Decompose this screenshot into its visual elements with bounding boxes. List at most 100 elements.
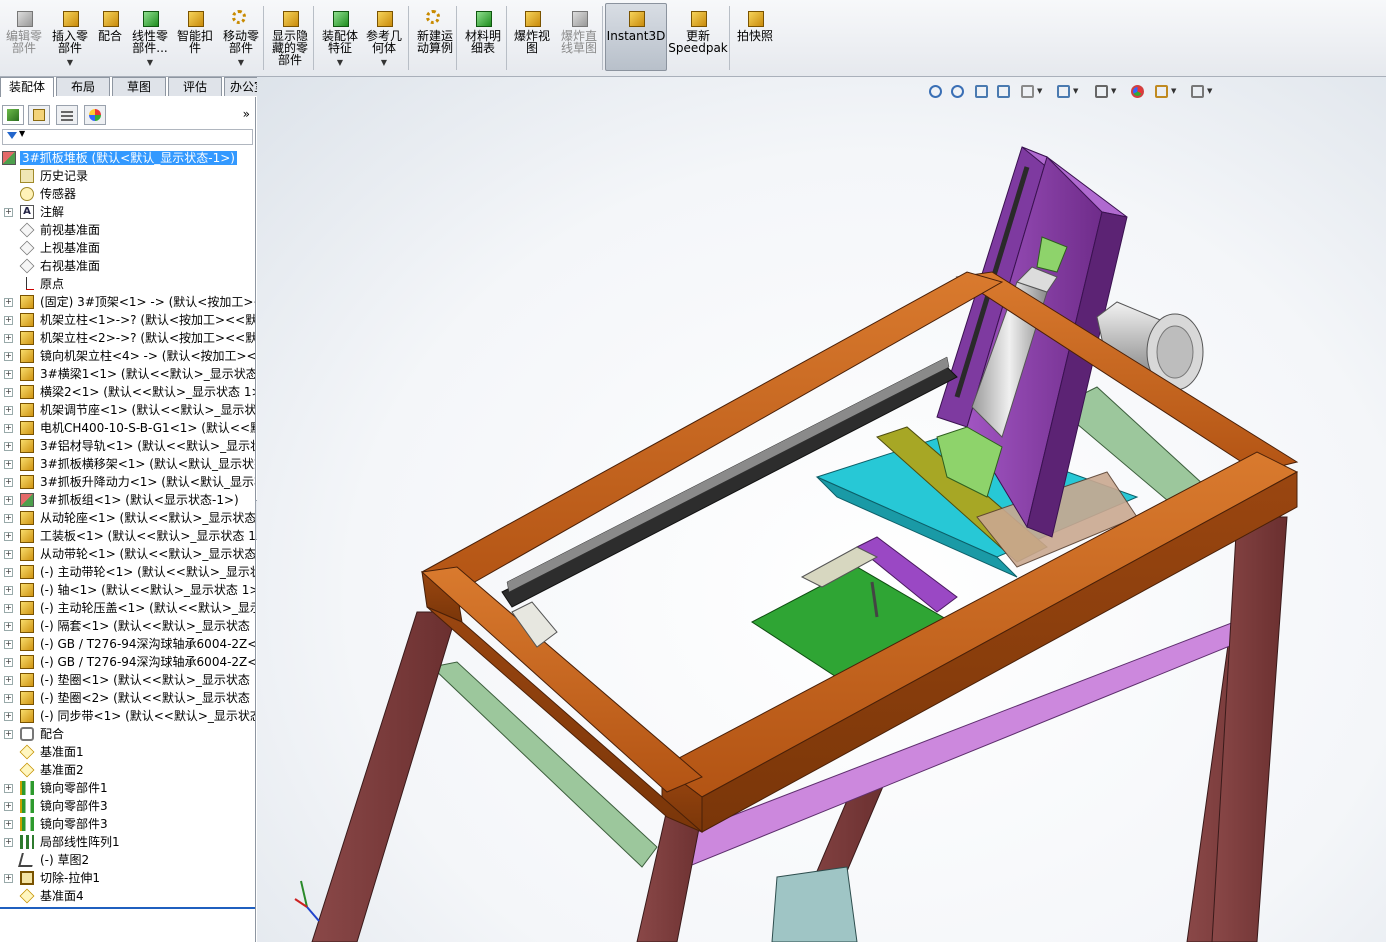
feature-manager-tab[interactable]	[2, 105, 24, 125]
tree-node[interactable]: 基准面1	[0, 743, 255, 761]
expand-icon[interactable]: +	[4, 622, 13, 631]
expand-icon[interactable]: +	[4, 730, 13, 739]
expand-icon[interactable]: +	[4, 442, 13, 451]
tree-node[interactable]: + (-) 垫圈<1> (默认<<默认>_显示状态 1	[0, 671, 255, 689]
tree-node[interactable]: + 工装板<1> (默认<<默认>_显示状态 1>	[0, 527, 255, 545]
tree-node[interactable]: + (-) GB / T276-94深沟球轴承6004-2Z<2	[0, 653, 255, 671]
tree-node[interactable]: (-) 草图2	[0, 851, 255, 869]
tree-node[interactable]: + (-) 主动轮压盖<1> (默认<<默认>_显示	[0, 599, 255, 617]
tab-0[interactable]: 装配体	[0, 77, 54, 97]
tree-node[interactable]: + 配合	[0, 725, 255, 743]
tree-node[interactable]: + 横梁2<1> (默认<<默认>_显示状态 1>)	[0, 383, 255, 401]
assembly-features-button[interactable]: 装配体 特征 ▼	[318, 4, 362, 70]
expand-icon[interactable]: +	[4, 604, 13, 613]
rollback-bar[interactable]	[0, 907, 255, 909]
expand-icon[interactable]: +	[4, 802, 13, 811]
tree-node[interactable]: + 机架调节座<1> (默认<<默认>_显示状态	[0, 401, 255, 419]
tab-1[interactable]: 布局	[56, 77, 110, 96]
expand-icon[interactable]: +	[4, 496, 13, 505]
expand-icon[interactable]: +	[4, 838, 13, 847]
assembly-model[interactable]	[257, 77, 1386, 942]
tree-node[interactable]: + A 注解	[0, 203, 255, 221]
new-motion-study-button[interactable]: 新建运 动算例	[413, 4, 457, 70]
chevron-down-icon[interactable]: ▼	[238, 57, 244, 69]
show-hidden-button[interactable]: 显示隐 藏的零 部件	[268, 4, 312, 70]
expand-icon[interactable]: +	[4, 334, 13, 343]
tab-2[interactable]: 草图	[112, 77, 166, 96]
tree-node[interactable]: + (-) 垫圈<2> (默认<<默认>_显示状态 1	[0, 689, 255, 707]
expand-icon[interactable]: +	[4, 460, 13, 469]
tree-node[interactable]: + 局部线性阵列1	[0, 833, 255, 851]
tree-node[interactable]: +3#抓板横移架<1> (默认<默认_显示状态	[0, 455, 255, 473]
expand-icon[interactable]: +	[4, 874, 13, 883]
exploded-view-button[interactable]: 爆炸视 图	[510, 4, 554, 70]
graphics-viewport[interactable]: ▼ ▼ ▼ ▼ ▼	[257, 77, 1386, 942]
edit-part-button[interactable]: 编辑零 部件	[3, 4, 45, 70]
expand-icon[interactable]: +	[4, 298, 13, 307]
tree-node[interactable]: +3#横梁1<1> (默认<<默认>_显示状态 1	[0, 365, 255, 383]
tree-node[interactable]: 基准面4	[0, 887, 255, 905]
tree-node[interactable]: + (-) 轴<1> (默认<<默认>_显示状态 1>)	[0, 581, 255, 599]
tree-node[interactable]: 传感器	[0, 185, 255, 203]
bom-button[interactable]: 材料明 细表	[460, 4, 506, 70]
reference-geometry-button[interactable]: 参考几 何体 ▼	[362, 4, 406, 70]
smart-fasteners-button[interactable]: 智能扣 件	[173, 4, 217, 70]
tree-node[interactable]: + 镜向零部件3	[0, 797, 255, 815]
chevron-down-icon[interactable]: ▼	[147, 57, 153, 69]
expand-icon[interactable]: +	[4, 532, 13, 541]
tree-node[interactable]: + (-) 主动带轮<1> (默认<<默认>_显示状	[0, 563, 255, 581]
tree-node[interactable]: 上视基准面	[0, 239, 255, 257]
tree-node[interactable]: + (-) 隔套<1> (默认<<默认>_显示状态 1	[0, 617, 255, 635]
chevron-down-icon[interactable]: ▼	[337, 57, 343, 69]
expand-icon[interactable]: +	[4, 424, 13, 433]
expand-icon[interactable]: +	[4, 676, 13, 685]
leveling-foot-plate[interactable]	[771, 866, 858, 942]
tree-filter[interactable]: ▼	[2, 129, 253, 145]
tree-node[interactable]: +3#抓板升降动力<1> (默认<默认_显示状	[0, 473, 255, 491]
expand-icon[interactable]: +	[4, 370, 13, 379]
expand-icon[interactable]: +	[4, 568, 13, 577]
expand-icon[interactable]: +	[4, 586, 13, 595]
tree-node[interactable]: + (-) GB / T276-94深沟球轴承6004-2Z<1	[0, 635, 255, 653]
chevron-down-icon[interactable]: ▼	[381, 57, 387, 69]
tree-node[interactable]: 原点	[0, 275, 255, 293]
tree-node[interactable]: +3#铝材导轨<1> (默认<<默认>_显示状态	[0, 437, 255, 455]
move-component-button[interactable]: 移动零 部件 ▼	[218, 4, 264, 70]
explode-line-sketch-button[interactable]: 爆炸直 线草图	[556, 4, 602, 70]
tree-node[interactable]: + 从动带轮<1> (默认<<默认>_显示状态	[0, 545, 255, 563]
display-manager-tab[interactable]	[84, 105, 106, 125]
instant3d-button[interactable]: Instant3D	[605, 3, 667, 71]
tree-node[interactable]: + 切除-拉伸1	[0, 869, 255, 887]
tree-node[interactable]: 基准面2	[0, 761, 255, 779]
expand-icon[interactable]: +	[4, 478, 13, 487]
expand-icon[interactable]: +	[4, 352, 13, 361]
snapshot-button[interactable]: 拍快照	[733, 4, 777, 70]
tree-node[interactable]: + 机架立柱<1>->? (默认<按加工><<默认	[0, 311, 255, 329]
tree-node[interactable]: + 电机CH400-10-S-B-G1<1> (默认<<默认	[0, 419, 255, 437]
chevron-down-icon[interactable]: ▼	[67, 57, 73, 69]
expand-icon[interactable]: +	[4, 514, 13, 523]
configuration-manager-tab[interactable]	[56, 105, 78, 125]
tree-node[interactable]: +3#抓板组<1> (默认<显示状态-1>)	[0, 491, 255, 509]
expand-icon[interactable]: +	[4, 316, 13, 325]
insert-parts-button[interactable]: 插入零 部件 ▼	[48, 4, 92, 70]
tree-node[interactable]: + 从动轮座<1> (默认<<默认>_显示状态	[0, 509, 255, 527]
expand-icon[interactable]: +	[4, 820, 13, 829]
tab-3[interactable]: 评估	[168, 77, 222, 96]
update-speedpak-button[interactable]: 更新 Speedpak	[668, 4, 728, 70]
tree-node[interactable]: + (固定) 3#顶架<1> -> (默认<按加工><<默	[0, 293, 255, 311]
tree-node[interactable]: + 镜向机架立柱<4> -> (默认<按加工><里	[0, 347, 255, 365]
expand-icon[interactable]: +	[4, 784, 13, 793]
tree-node[interactable]: 前视基准面	[0, 221, 255, 239]
expand-icon[interactable]: +	[4, 640, 13, 649]
mate-button[interactable]: 配合	[93, 4, 127, 70]
linear-pattern-button[interactable]: 线性零 部件... ▼	[128, 4, 172, 70]
tree-root-node[interactable]: 3#抓板堆板 (默认<默认_显示状态-1>)	[0, 149, 255, 167]
expand-icon[interactable]: +	[4, 208, 13, 217]
expand-icon[interactable]: +	[4, 712, 13, 721]
tree-node[interactable]: 历史记录	[0, 167, 255, 185]
expand-icon[interactable]: +	[4, 694, 13, 703]
tree-node[interactable]: + 镜向零部件3	[0, 815, 255, 833]
tree-node[interactable]: + 镜向零部件1	[0, 779, 255, 797]
expand-icon[interactable]: +	[4, 406, 13, 415]
